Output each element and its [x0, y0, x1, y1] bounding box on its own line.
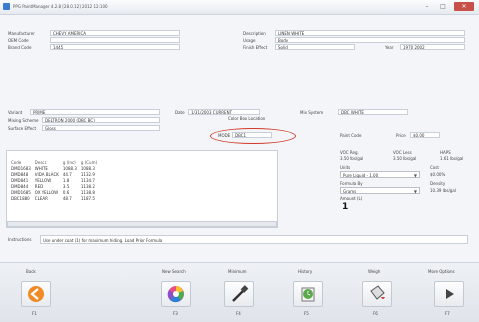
title-bar: PPG PaintManager 4.2.8 [28.0.12] 2012 12…: [0, 0, 479, 15]
minimum-button[interactable]: [224, 281, 254, 307]
haps-value: 1.61 lbs/gal: [440, 156, 464, 161]
density-label: Density: [430, 181, 446, 186]
formula-by-label: Formula By: [340, 181, 363, 186]
mode-highlight-annotation: [210, 128, 296, 144]
brand-code-field[interactable]: 1445: [50, 44, 180, 50]
usage-field[interactable]: Body: [275, 37, 465, 43]
voc-less-label: VOC Less: [393, 150, 412, 155]
oem-code-label: OEM Code: [8, 38, 29, 43]
formula-table-panel: Code Descr. g (Inc) g (Cum) DMD1683 WHITE…: [6, 150, 278, 228]
voc-reg-label: VOC Reg.: [340, 150, 359, 155]
density-value: 10.39 lbs/gal: [430, 188, 456, 193]
amount-value[interactable]: 1: [342, 202, 348, 212]
brand-code-label: Brand Code: [8, 45, 32, 50]
mixing-scheme-label: Mixing Scheme: [8, 118, 39, 123]
minimum-button-label: Minimum: [228, 269, 247, 274]
cost-value: $0.00%: [430, 172, 446, 177]
usage-label: Usage: [243, 38, 256, 43]
play-arrow-icon: [446, 289, 454, 299]
variant-field[interactable]: PRIME: [30, 109, 160, 115]
chevron-down-icon: ▼: [413, 173, 417, 178]
manufacturer-label: Manufacturer: [8, 31, 35, 36]
paint-code-label: Paint Code: [340, 133, 362, 138]
app-window: PPG PaintManager 4.2.8 [28.0.12] 2012 12…: [0, 0, 479, 322]
back-arrow-icon: [28, 286, 44, 302]
app-icon: [3, 3, 10, 10]
cell-descr: CLEAR: [34, 195, 48, 201]
year-field[interactable]: 1970 2002: [400, 44, 465, 50]
minimum-key-label: F4: [236, 311, 241, 316]
history-button[interactable]: [293, 281, 323, 307]
back-button-label: Back: [26, 269, 36, 274]
formula-table: Code Descr. g (Inc) g (Cum) DMD1683 WHITE…: [9, 159, 99, 201]
description-label: Description: [243, 31, 266, 36]
cell-g-inc: 48.7: [62, 195, 72, 201]
date-field[interactable]: 1/31/2003 CURRENT: [188, 109, 260, 115]
more-options-button[interactable]: [434, 281, 464, 307]
instructions-field[interactable]: Use under coat (1) for maximum hiding. L…: [40, 235, 468, 244]
paint-bucket-icon: [370, 285, 385, 300]
color-wheel-icon: [167, 286, 184, 303]
units-label: Units: [340, 165, 351, 170]
cell-g-cum: 1187.5: [80, 195, 95, 201]
function-key-toolbar: Back F1 New Search F3 Minimum F4 History…: [0, 262, 479, 322]
new-search-key-label: F3: [173, 311, 178, 316]
finish-effect-label: Finish Effect: [243, 45, 268, 50]
mix-system-label: Mix System: [300, 110, 324, 115]
units-select-value: Pure Liquid - 1.00: [343, 173, 379, 178]
new-search-button-label: New Search: [162, 269, 186, 274]
table-row[interactable]: DMD1685 OX YELLOW 0.6 1138.8: [9, 189, 99, 195]
year-label: Year: [385, 45, 394, 50]
new-search-button[interactable]: [161, 281, 191, 307]
table-row[interactable]: DBC1880 CLEAR 48.7 1187.5: [9, 195, 99, 201]
surface-effect-label: Surface Effect: [8, 126, 37, 131]
finish-effect-field[interactable]: Solid: [275, 44, 355, 50]
column-header-g-cum[interactable]: g (Cum): [79, 159, 99, 165]
table-row[interactable]: DMD848 VIDA BLACK 44.7 1132.9: [9, 171, 99, 177]
back-button[interactable]: [21, 281, 51, 307]
back-key-label: F1: [32, 311, 37, 316]
weigh-button[interactable]: [362, 281, 392, 307]
instructions-label: Instructions: [8, 237, 32, 242]
surface-effect-field[interactable]: Gloss: [42, 125, 160, 131]
close-button[interactable]: ✕: [454, 2, 474, 11]
cost-label: Cost: [430, 165, 439, 170]
window-title: PPG PaintManager 4.2.8 [28.0.12] 2012 12…: [13, 4, 108, 9]
chevron-down-icon: ▼: [413, 189, 417, 194]
price-label: Price: [396, 133, 406, 138]
color-box-location-label: Color Box Location: [228, 116, 266, 121]
cell-descr: OX YELLOW: [34, 189, 59, 195]
history-icon: [301, 287, 315, 302]
cell-g-inc: 1088.3: [62, 165, 77, 171]
history-key-label: F5: [304, 311, 309, 316]
cell-descr: VIDA BLACK: [34, 171, 59, 177]
more-options-button-label: More Options: [428, 269, 455, 274]
voc-less-value: 3.50 lbs/gal: [393, 156, 417, 161]
horizontal-scrollbar[interactable]: [7, 221, 277, 227]
more-options-key-label: F7: [445, 311, 450, 316]
voc-reg-value: 3.50 lbs/gal: [340, 156, 364, 161]
cell-code: DMD1683: [11, 165, 31, 171]
units-select[interactable]: Pure Liquid - 1.00 ▼: [340, 171, 420, 178]
price-field[interactable]: $0.00: [410, 132, 440, 138]
date-label: Date: [175, 110, 185, 115]
weigh-button-label: Weigh: [368, 269, 381, 274]
manufacturer-field[interactable]: CHEVY AMERICA: [50, 30, 180, 36]
description-field[interactable]: LINEN WHITE: [275, 30, 465, 36]
cell-code: DBC1880: [11, 195, 30, 201]
formula-by-select[interactable]: Grams ▼: [340, 187, 420, 194]
formula-by-select-value: Grams: [343, 189, 357, 194]
history-button-label: History: [298, 269, 313, 274]
weigh-key-label: F6: [373, 311, 378, 316]
amount-label: Amount (L): [340, 196, 363, 201]
eyedropper-icon: [232, 285, 249, 302]
oem-code-field[interactable]: [50, 37, 180, 43]
mix-system-field[interactable]: DBC WHITE: [338, 109, 408, 115]
haps-label: HAPS: [440, 150, 451, 155]
cell-code: DMD1685: [11, 189, 31, 195]
minimize-button[interactable]: –: [420, 2, 434, 11]
variant-label: Variant: [8, 110, 23, 115]
mixing-scheme-field[interactable]: DELTRON 2000 (DBC BC): [42, 117, 160, 123]
maximize-button[interactable]: □: [436, 2, 450, 11]
